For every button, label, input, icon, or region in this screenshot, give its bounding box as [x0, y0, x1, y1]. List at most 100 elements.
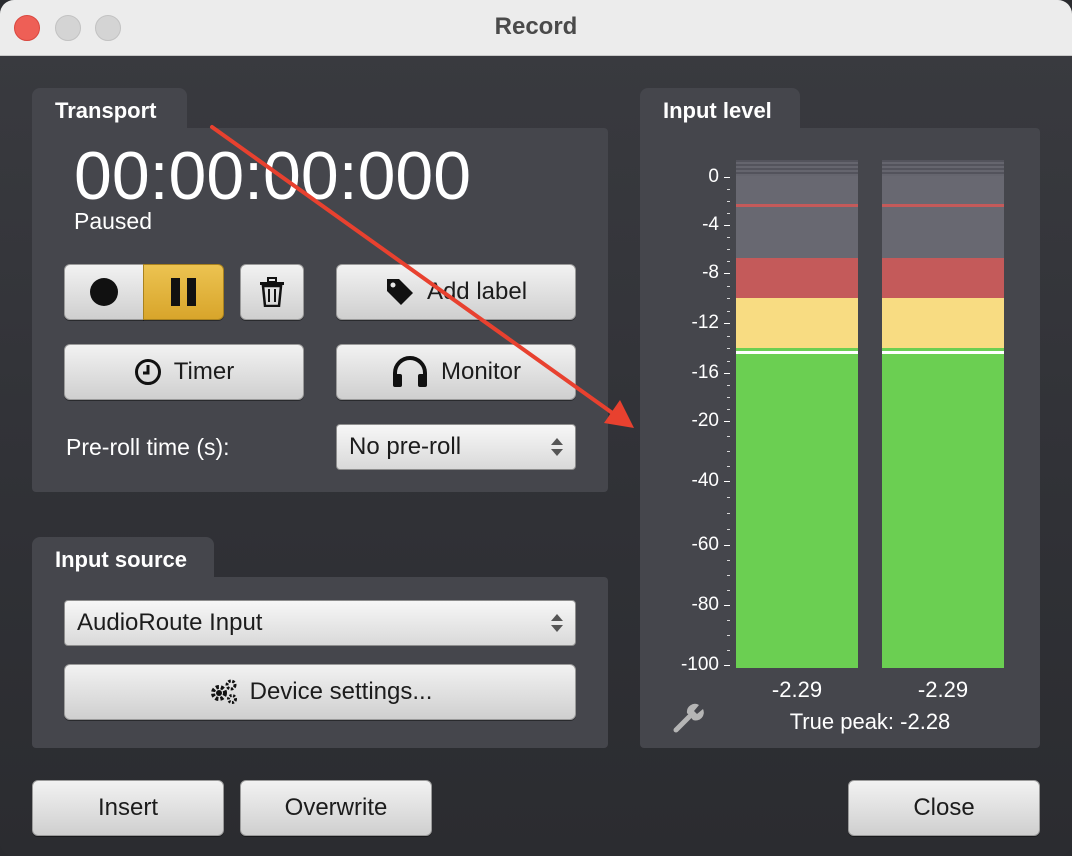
meter-yellow-zone	[882, 298, 1004, 348]
scale-label: -100	[680, 654, 719, 675]
scale-minor-tick	[727, 451, 730, 452]
meter-red-zone	[882, 258, 1004, 298]
scale-label: -20	[691, 410, 719, 431]
scale-minor-tick	[727, 249, 730, 250]
headphones-icon	[392, 356, 427, 387]
title-bar: Record	[0, 0, 1072, 56]
gears-icon	[210, 679, 237, 704]
wrench-icon[interactable]	[673, 703, 705, 733]
meter-peak-hold	[736, 204, 858, 207]
scale-tick	[724, 177, 730, 178]
scale-tick	[724, 605, 730, 606]
meter-peak-hold	[882, 204, 1004, 207]
scale-tick	[724, 481, 730, 482]
timer-label: Timer	[173, 358, 235, 385]
tag-icon	[386, 279, 413, 305]
record-button[interactable]	[64, 264, 144, 320]
select-arrows-icon	[551, 614, 563, 632]
input-device-value: AudioRoute Input	[77, 609, 263, 636]
scale-minor-tick	[727, 361, 730, 362]
delete-button[interactable]	[240, 264, 304, 320]
insert-button[interactable]: Insert	[32, 780, 224, 836]
meter-top-cap	[882, 160, 1004, 176]
meter-headroom	[736, 176, 858, 258]
scale-minor-tick	[727, 201, 730, 202]
trash-icon	[260, 277, 284, 307]
scale-tick	[724, 225, 730, 226]
tab-transport: Transport	[32, 88, 187, 128]
meter-yellow-zone	[736, 298, 858, 348]
scale-minor-tick	[727, 529, 730, 530]
scale-minor-tick	[727, 385, 730, 386]
right-peak-value: -2.29	[917, 677, 969, 702]
scale-label: -80	[691, 594, 719, 615]
clock-icon	[134, 359, 161, 385]
preroll-value: No pre-roll	[349, 433, 462, 460]
meter-headroom	[882, 176, 1004, 258]
scale-tick	[724, 545, 730, 546]
scale-minor-tick	[727, 189, 730, 190]
scale-label: -40	[691, 470, 719, 491]
scale-label: -4	[702, 214, 719, 235]
scale-label: -60	[691, 534, 719, 555]
scale-tick	[724, 323, 730, 324]
scale-label: -16	[691, 362, 719, 383]
preroll-label: Pre-roll time (s):	[66, 434, 230, 460]
scale-minor-tick	[727, 213, 730, 214]
scale-minor-tick	[727, 409, 730, 410]
monitor-button[interactable]: Monitor	[336, 344, 576, 400]
pause-button[interactable]	[143, 264, 224, 320]
scale-minor-tick	[727, 286, 730, 287]
select-arrows-icon	[551, 438, 563, 456]
record-icon	[90, 278, 118, 306]
scale-minor-tick	[727, 620, 730, 621]
scale-minor-tick	[727, 560, 730, 561]
scale-minor-tick	[727, 575, 730, 576]
device-settings-label: Device settings...	[249, 678, 433, 705]
close-button[interactable]: Close	[848, 780, 1040, 836]
scale-tick	[724, 273, 730, 274]
scale-minor-tick	[727, 261, 730, 262]
input-device-select[interactable]: AudioRoute Input	[64, 600, 576, 646]
scale-tick	[724, 373, 730, 374]
scale-tick	[724, 665, 730, 666]
scale-minor-tick	[727, 436, 730, 437]
meter-top-cap	[736, 160, 858, 176]
level-meter-left	[736, 160, 858, 668]
monitor-label: Monitor	[440, 358, 522, 385]
preroll-select[interactable]: No pre-roll	[336, 424, 576, 470]
scale-minor-tick	[727, 650, 730, 651]
record-window: Record Transport 00:00:00:000 Paused Add…	[0, 0, 1072, 856]
scale-minor-tick	[727, 513, 730, 514]
scale-minor-tick	[727, 311, 730, 312]
pause-icon	[170, 278, 196, 306]
insert-label: Insert	[97, 794, 159, 821]
device-settings-button[interactable]: Device settings...	[64, 664, 576, 720]
timer-button[interactable]: Timer	[64, 344, 304, 400]
meter-red-zone	[736, 258, 858, 298]
scale-minor-tick	[727, 336, 730, 337]
timecode-display: 00:00:00:000	[74, 138, 472, 214]
scale-minor-tick	[727, 635, 730, 636]
level-meter-right	[882, 160, 1004, 668]
tab-input-source: Input source	[32, 537, 214, 577]
scale-minor-tick	[727, 298, 730, 299]
scale-label: 0	[708, 166, 719, 187]
scale-minor-tick	[727, 397, 730, 398]
transport-status: Paused	[74, 208, 153, 234]
add-label-button[interactable]: Add label	[336, 264, 576, 320]
meter-green-fill	[736, 354, 858, 668]
close-label: Close	[913, 794, 975, 821]
scale-minor-tick	[727, 497, 730, 498]
scale-minor-tick	[727, 348, 730, 349]
window-title: Record	[494, 13, 578, 40]
scale-label: -8	[702, 262, 719, 283]
scale-minor-tick	[727, 466, 730, 467]
add-label-text: Add label	[426, 278, 528, 305]
meter-green-fill	[882, 354, 1004, 668]
overwrite-label: Overwrite	[284, 794, 388, 821]
overwrite-button[interactable]: Overwrite	[240, 780, 432, 836]
scale-minor-tick	[727, 237, 730, 238]
scale-label: -12	[691, 312, 719, 333]
true-peak-readout: True peak: -2.28	[789, 709, 951, 734]
